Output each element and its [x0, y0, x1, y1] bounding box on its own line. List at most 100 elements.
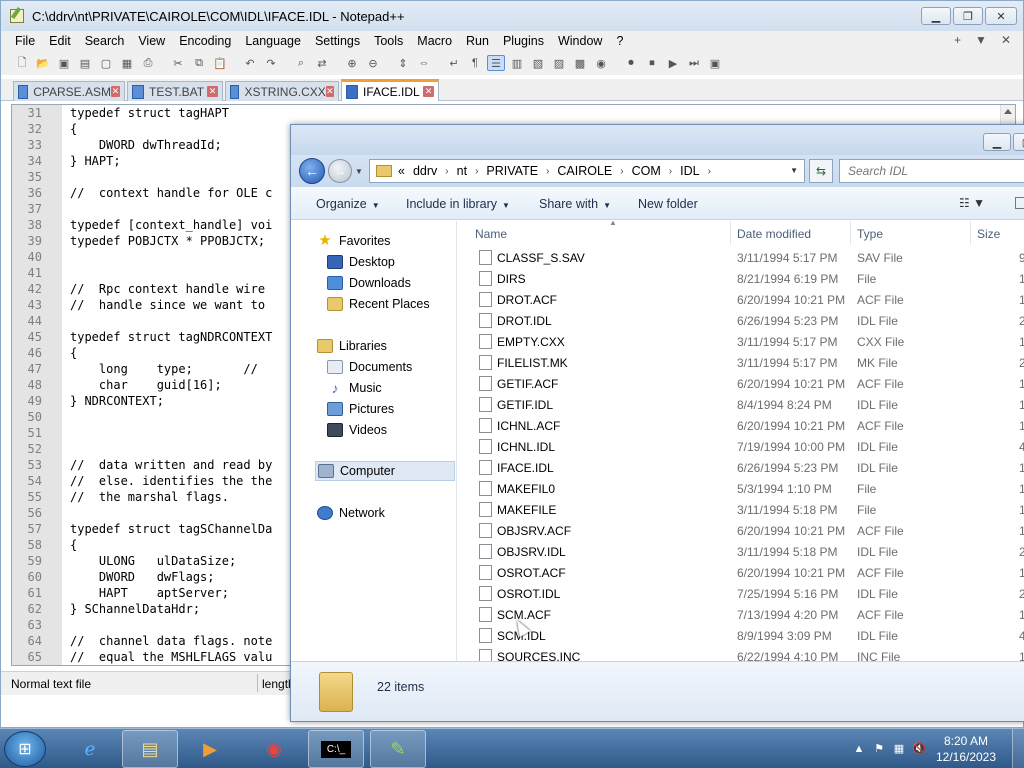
maximize-button[interactable]: ❐: [953, 7, 983, 25]
refresh-button[interactable]: ⇆: [809, 159, 833, 183]
copy-icon[interactable]: ⧉: [190, 55, 208, 71]
address-dropdown-icon[interactable]: ▼: [790, 166, 798, 175]
nav-libraries[interactable]: Libraries: [317, 336, 387, 356]
menu-file[interactable]: File: [9, 34, 42, 48]
menu-macro[interactable]: Macro: [410, 34, 459, 48]
file-row[interactable]: SOURCES.INC 6/22/1994 4:10 PM INC File 1: [457, 646, 1024, 661]
organize-button[interactable]: Organize ▼: [316, 197, 380, 211]
explorer-title-bar[interactable]: ▁ ▢: [291, 125, 1024, 155]
close-doc-icon[interactable]: ✕: [1001, 33, 1011, 47]
volume-muted-icon[interactable]: 🔇: [912, 742, 926, 756]
chevron-right-icon[interactable]: ›: [669, 166, 672, 177]
tab-iface-idl[interactable]: IFACE.IDL ✕: [341, 79, 439, 101]
doc-map-icon[interactable]: ▧: [529, 55, 547, 71]
tab-xstring-cxx[interactable]: XSTRING.CXX ✕: [225, 81, 339, 101]
monitoring-icon[interactable]: ◉: [592, 55, 610, 71]
file-row[interactable]: OBJSRV.IDL 3/11/1994 5:18 PM IDL File 2: [457, 541, 1024, 562]
menu-window[interactable]: Window: [551, 34, 609, 48]
close-all-icon[interactable]: ▦: [118, 55, 136, 71]
menu-tools[interactable]: Tools: [367, 34, 410, 48]
menu-encoding[interactable]: Encoding: [172, 34, 238, 48]
file-row[interactable]: ICHNL.IDL 7/19/1994 10:00 PM IDL File 4: [457, 436, 1024, 457]
taskbar-media-player[interactable]: ▶: [182, 730, 238, 768]
nav-downloads[interactable]: Downloads: [327, 273, 411, 293]
word-wrap-icon[interactable]: ↵: [445, 55, 463, 71]
menu-plugins[interactable]: Plugins: [496, 34, 551, 48]
forward-button[interactable]: →: [328, 159, 352, 183]
notepadpp-title-bar[interactable]: C:\ddrv\nt\PRIVATE\CAIROLE\COM\IDL\IFACE…: [1, 1, 1023, 31]
tab-close-icon[interactable]: ✕: [207, 86, 218, 97]
file-row[interactable]: SCM.IDL 8/9/1994 3:09 PM IDL File 4: [457, 625, 1024, 646]
column-header-size[interactable]: Size: [971, 221, 1024, 245]
run-macro-multiple-icon[interactable]: ⏭: [685, 55, 703, 71]
network-status-icon[interactable]: ▦: [892, 742, 906, 756]
nav-network[interactable]: Network: [317, 503, 385, 523]
taskbar-file-explorer[interactable]: ▤: [122, 730, 178, 768]
minimize-button[interactable]: ▁: [921, 7, 951, 25]
tab-cparse-asm[interactable]: CPARSE.ASM ✕: [13, 81, 125, 101]
new-file-icon[interactable]: 🗋: [13, 55, 31, 71]
nav-computer[interactable]: Computer: [315, 461, 455, 481]
file-row[interactable]: GETIF.ACF 6/20/1994 10:21 PM ACF File 1: [457, 373, 1024, 394]
find-icon[interactable]: ⌕: [292, 55, 310, 71]
file-row[interactable]: CLASSF_S.SAV 3/11/1994 5:17 PM SAV File 9: [457, 247, 1024, 268]
zoom-in-icon[interactable]: ⊕: [343, 55, 361, 71]
menu-run[interactable]: Run: [459, 34, 496, 48]
sync-vertical-icon[interactable]: ⇕: [394, 55, 412, 71]
stop-macro-icon[interactable]: ⏹: [643, 55, 661, 71]
show-hidden-icons-icon[interactable]: ▲: [852, 742, 866, 756]
close-file-icon[interactable]: ▢: [97, 55, 115, 71]
file-row[interactable]: DROT.ACF 6/20/1994 10:21 PM ACF File 1: [457, 289, 1024, 310]
file-row[interactable]: OSROT.IDL 7/25/1994 5:16 PM IDL File 2: [457, 583, 1024, 604]
chevron-right-icon[interactable]: ›: [708, 166, 711, 177]
file-row[interactable]: OBJSRV.ACF 6/20/1994 10:21 PM ACF File 1: [457, 520, 1024, 541]
print-icon[interactable]: ⎙: [139, 55, 157, 71]
taskbar-internet-explorer[interactable]: ℯ: [62, 730, 118, 768]
save-macro-icon[interactable]: ▣: [706, 55, 724, 71]
nav-pictures[interactable]: Pictures: [327, 399, 394, 419]
new-tab-icon[interactable]: +: [954, 33, 961, 47]
share-with-button[interactable]: Share with ▼: [539, 197, 611, 211]
nav-desktop[interactable]: Desktop: [327, 252, 395, 272]
chevron-right-icon[interactable]: ›: [546, 166, 549, 177]
udl-icon[interactable]: ▥: [508, 55, 526, 71]
indent-guide-icon[interactable]: ☰: [487, 55, 505, 71]
tab-close-icon[interactable]: ✕: [325, 86, 334, 97]
explorer-minimize-button[interactable]: ▁: [983, 133, 1011, 151]
zoom-out-icon[interactable]: ⊖: [364, 55, 382, 71]
replace-icon[interactable]: ⇄: [313, 55, 331, 71]
breadcrumb-idl[interactable]: IDL: [680, 164, 699, 178]
taskbar-command-prompt[interactable]: C:\_: [308, 730, 364, 768]
file-row[interactable]: SCM.ACF 7/13/1994 4:20 PM ACF File 1: [457, 604, 1024, 625]
save-icon[interactable]: ▣: [55, 55, 73, 71]
menu-search[interactable]: Search: [78, 34, 132, 48]
notepadpp-app-icon[interactable]: [10, 9, 24, 23]
nav-recent-places[interactable]: Recent Places: [327, 294, 430, 314]
undo-icon[interactable]: ↶: [241, 55, 259, 71]
menu-settings[interactable]: Settings: [308, 34, 367, 48]
breadcrumb-com[interactable]: COM: [632, 164, 661, 178]
menu-language[interactable]: Language: [238, 34, 308, 48]
search-box[interactable]: [839, 159, 1024, 183]
tab-list-icon[interactable]: ▼: [975, 33, 987, 47]
file-row[interactable]: MAKEFIL0 5/3/1994 1:10 PM File 1: [457, 478, 1024, 499]
preview-pane-icon[interactable]: [1015, 197, 1024, 209]
file-row[interactable]: ICHNL.ACF 6/20/1994 10:21 PM ACF File 1: [457, 415, 1024, 436]
breadcrumb-cairole[interactable]: CAIROLE: [557, 164, 612, 178]
function-list-icon[interactable]: ▨: [550, 55, 568, 71]
tab-close-icon[interactable]: ✕: [423, 86, 434, 97]
tab-test-bat[interactable]: TEST.BAT ✕: [127, 81, 223, 101]
back-button[interactable]: ←: [299, 158, 325, 184]
file-row[interactable]: GETIF.IDL 8/4/1994 8:24 PM IDL File 1: [457, 394, 1024, 415]
column-header-name[interactable]: Name ▲: [469, 221, 731, 245]
recent-pages-dropdown-icon[interactable]: ▼: [355, 167, 363, 176]
file-row[interactable]: FILELIST.MK 3/11/1994 5:17 PM MK File 2: [457, 352, 1024, 373]
nav-music[interactable]: ♪ Music: [327, 378, 382, 398]
file-row[interactable]: IFACE.IDL 6/26/1994 5:23 PM IDL File 1: [457, 457, 1024, 478]
open-file-icon[interactable]: 📂: [34, 55, 52, 71]
chevron-right-icon[interactable]: ›: [620, 166, 623, 177]
breadcrumb-ddrv[interactable]: ddrv: [413, 164, 437, 178]
play-macro-icon[interactable]: ▶: [664, 55, 682, 71]
clock[interactable]: 8:20 AM 12/16/2023: [926, 733, 1006, 765]
paste-icon[interactable]: 📋: [211, 55, 229, 71]
